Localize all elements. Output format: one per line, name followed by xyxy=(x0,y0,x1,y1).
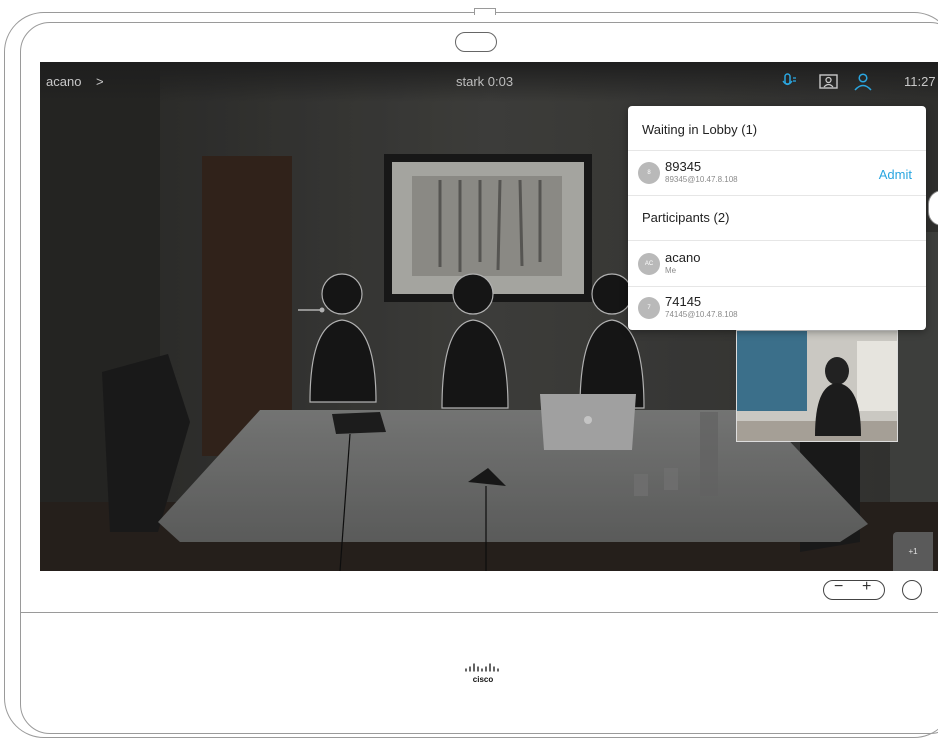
call-status-bar: acano > stark 0:03 11:27 xyxy=(40,62,938,102)
volume-control[interactable]: − + xyxy=(823,578,885,600)
participant-row[interactable]: 7 74145 74145@10.47.8.108 xyxy=(628,286,926,330)
divider xyxy=(628,240,926,241)
call-id[interactable]: acano xyxy=(46,74,81,89)
mic-icon[interactable] xyxy=(780,72,802,92)
avatar: 7 xyxy=(638,297,660,319)
camera-icon xyxy=(455,32,497,52)
divider xyxy=(628,195,926,196)
clock-time: 11:27 xyxy=(904,74,936,89)
participant-name: 74145 xyxy=(665,294,702,309)
waiting-lobby-heading: Waiting in Lobby (1) xyxy=(642,122,758,137)
call-title: stark 0:03 xyxy=(456,74,514,89)
participant-address: Me xyxy=(665,266,677,275)
participants-heading: Participants (2) xyxy=(642,210,730,225)
lobby-participant-address: 89345@10.47.8.108 xyxy=(665,175,738,184)
lobby-participant-name: 89345 xyxy=(665,159,702,174)
self-view-badge[interactable]: +1 xyxy=(893,532,933,571)
participant-name: acano xyxy=(665,250,701,265)
lobby-row[interactable]: 8 89345 89345@10.47.8.108 Admit xyxy=(628,151,926,195)
volume-down-button[interactable]: − xyxy=(834,578,843,596)
layout-icon[interactable] xyxy=(818,72,840,92)
cisco-logo-icon: cisco xyxy=(465,663,499,684)
participants-panel: Waiting in Lobby (1) 8 89345 89345@10.47… xyxy=(628,106,926,330)
avatar: AC xyxy=(638,253,660,275)
self-view[interactable] xyxy=(736,330,898,442)
device-top-notch xyxy=(474,8,496,15)
participant-address: 74145@10.47.8.108 xyxy=(665,310,738,319)
avatar: 8 xyxy=(638,162,660,184)
participants-icon[interactable] xyxy=(852,72,874,92)
cisco-wordmark: cisco xyxy=(473,675,494,684)
participant-row[interactable]: AC acano Me xyxy=(628,242,926,286)
volume-up-button[interactable]: + xyxy=(862,578,871,596)
chevron-right-icon[interactable]: > xyxy=(96,74,104,89)
bezel-divider xyxy=(20,612,938,613)
home-button[interactable] xyxy=(902,580,922,600)
admit-button[interactable]: Admit xyxy=(879,167,912,182)
